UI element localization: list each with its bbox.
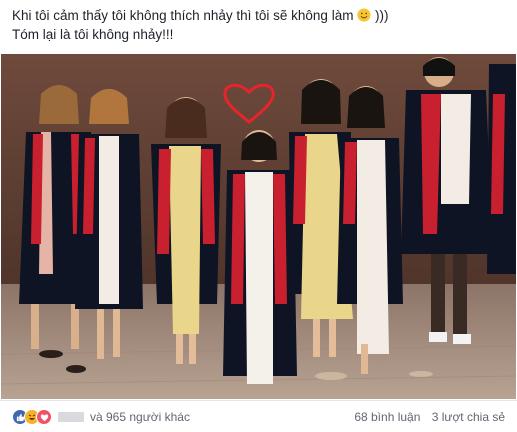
caption-line-1: Khi tôi cảm thấy tôi không thích nhảy th… xyxy=(12,6,507,25)
comment-count[interactable]: 68 bình luận xyxy=(354,410,420,424)
share-count[interactable]: 3 lượt chia sẻ xyxy=(432,410,505,424)
post-caption: Khi tôi cảm thấy tôi không thích nhảy th… xyxy=(12,6,507,44)
student-right-4 xyxy=(487,64,516,274)
facebook-post: Khi tôi cảm thấy tôi không thích nhảy th… xyxy=(0,0,517,431)
post-stats: 68 bình luận 3 lượt chia sẻ xyxy=(346,410,505,424)
love-icon xyxy=(36,409,52,425)
redacted-name xyxy=(58,412,84,422)
post-footer: và 965 người khác 68 bình luận 3 lượt ch… xyxy=(0,400,517,432)
caption-suffix: ))) xyxy=(374,8,389,23)
graduation-photo xyxy=(1,54,516,399)
post-photo[interactable] xyxy=(1,54,516,399)
caption-text-1: Khi tôi cảm thấy tôi không thích nhảy th… xyxy=(12,8,354,23)
reaction-summary[interactable]: và 965 người khác xyxy=(12,409,190,425)
caption-line-2: Tóm lại là tôi không nhảy!!! xyxy=(12,27,174,42)
smile-emoji-icon xyxy=(357,8,371,22)
reaction-count-text[interactable]: và 965 người khác xyxy=(90,410,190,424)
